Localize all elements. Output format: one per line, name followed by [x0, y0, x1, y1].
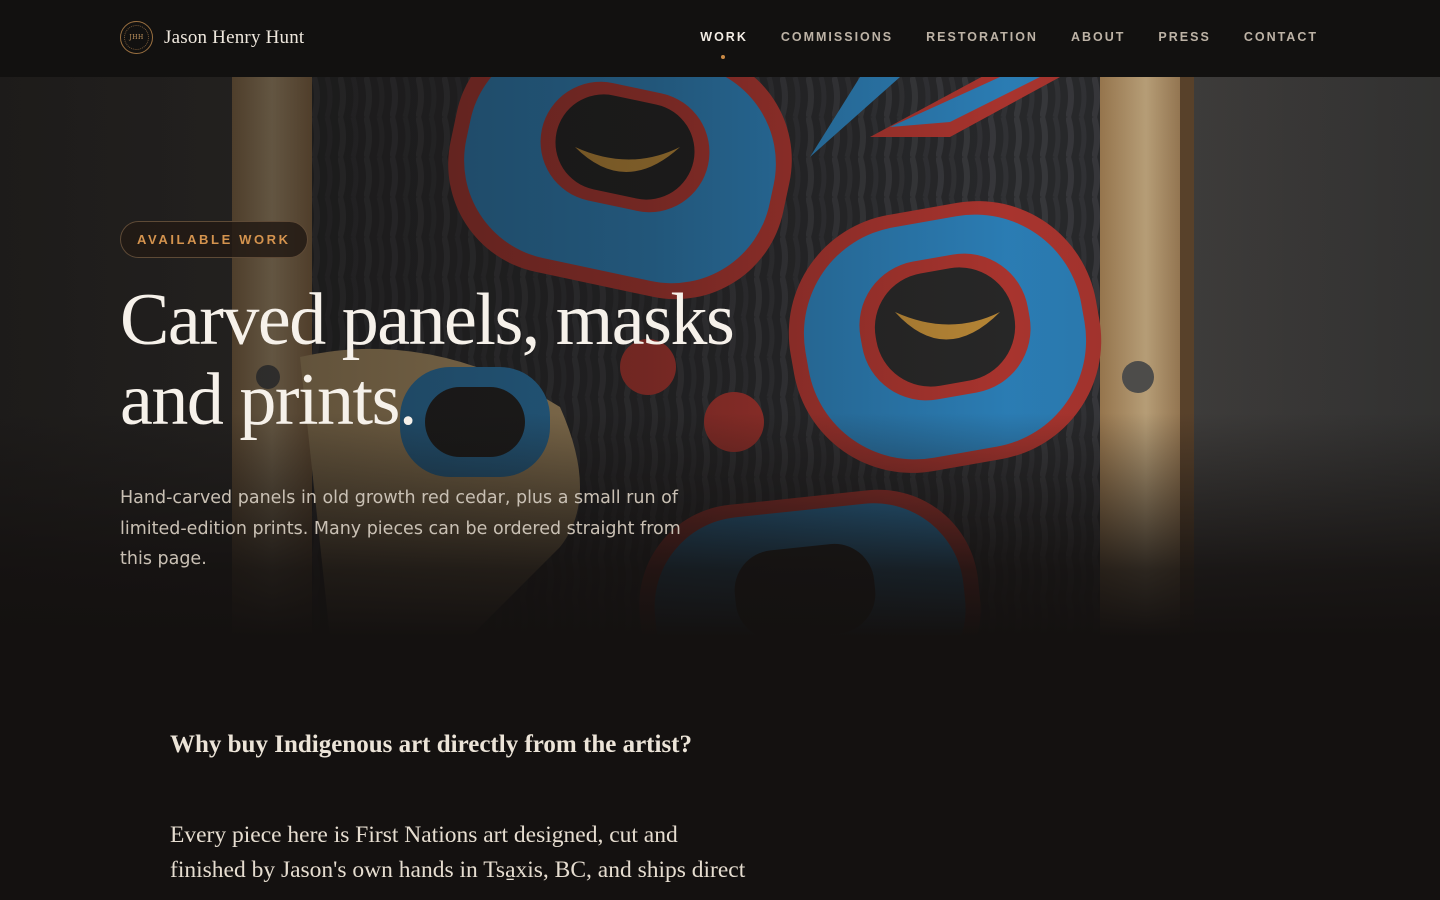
brand[interactable]: JHH Jason Henry Hunt [120, 21, 304, 54]
headline-line-1: Carved panels, masks [120, 279, 735, 361]
hero-headline: Carved panels, masks and prints. [120, 280, 800, 440]
nav-item-contact[interactable]: CONTACT [1244, 30, 1318, 44]
hero-description: Hand-carved panels in old growth red ced… [120, 488, 681, 569]
section-paragraph: Every piece here is First Nations art de… [170, 822, 746, 883]
nav-item-work[interactable]: WORK [700, 30, 748, 59]
nav-item-press[interactable]: PRESS [1158, 30, 1210, 44]
main-nav: WORK COMMISSIONS RESTORATION ABOUT PRESS… [667, 30, 1318, 59]
nav-item-commissions[interactable]: COMMISSIONS [781, 30, 893, 44]
nav-item-about[interactable]: ABOUT [1071, 30, 1125, 44]
section-question: Why buy Indigenous art directly from the… [170, 731, 692, 758]
available-work-badge: AVAILABLE WORK [120, 221, 308, 258]
monogram-logo-icon: JHH [120, 21, 153, 54]
brand-name[interactable]: Jason Henry Hunt [164, 27, 304, 49]
nav-item-restoration[interactable]: RESTORATION [926, 30, 1038, 44]
site-header: JHH Jason Henry Hunt WORK COMMISSIONS RE… [0, 0, 1440, 77]
monogram-text: JHH [129, 34, 144, 41]
headline-line-2: and prints. [120, 359, 417, 441]
